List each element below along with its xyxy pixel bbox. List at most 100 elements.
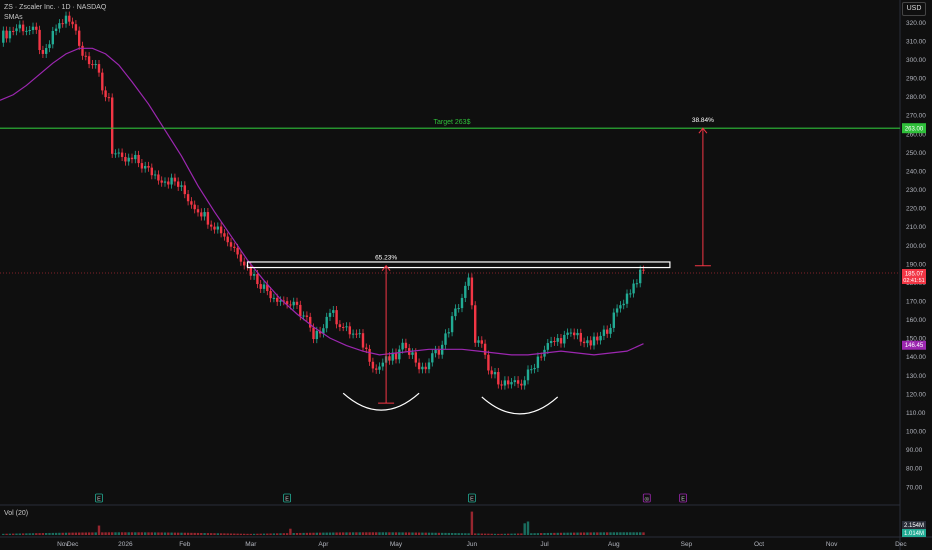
volume-bar [381,532,384,535]
candle [157,174,160,181]
volume-bar [635,532,639,535]
candle [153,174,157,176]
volume-bar [91,532,94,535]
price-tick-label: 310.00 [906,38,926,45]
volume-bar [388,532,391,535]
volume-bar [328,532,332,535]
candle [335,310,338,325]
volume-bar [609,532,612,535]
volume-bar [513,533,516,535]
volume-bar [556,532,559,535]
volume-bar [559,532,563,535]
volume-bar [269,533,272,535]
volume-bar [398,532,401,535]
candle [467,277,470,286]
earnings-marker-label: E [681,497,685,503]
volume-bar [147,532,150,535]
volume-bar [563,532,566,535]
volume-bar [404,532,408,535]
candle [431,353,434,363]
candle [483,343,487,355]
volume-bar [441,532,444,535]
candle [454,308,457,317]
volume-tag-2-label: 1.014M [904,531,924,537]
volume-bar [417,532,421,535]
candle [371,361,375,369]
volume-bar [233,533,236,535]
volume-bar [625,532,629,535]
volume-bar [632,532,635,535]
cup-arc [481,396,559,415]
volume-bar [394,532,398,535]
candle [401,342,404,350]
price-tick-label: 290.00 [906,76,926,83]
volume-bar [137,532,140,535]
volume-bar [87,532,91,535]
volume-bar [533,533,536,535]
volume-bar [213,533,216,535]
price-tick-label: 190.00 [906,261,926,268]
volume-bar [457,533,460,535]
candle [180,185,183,187]
volume-bar [120,532,124,535]
volume-bar [15,533,18,535]
candle [398,349,401,360]
candle [295,301,299,305]
candle [434,349,437,354]
candle [239,254,243,262]
time-tick-label: Jul [540,541,549,548]
volume-bar [606,532,609,535]
volume-bar [629,532,632,535]
candle [127,157,130,162]
candle [510,382,513,385]
time-tick-label: 2026 [118,541,133,548]
volume-bar [599,532,602,535]
volume-bar [266,533,269,535]
candle [563,334,566,344]
candle [173,177,177,182]
sma-line [0,47,644,356]
price-tick-label: 220.00 [906,206,926,213]
volume-bar [540,533,543,535]
volume-bar [414,532,417,535]
candle [94,64,97,66]
earnings-marker-label: E [285,497,289,503]
volume-bar [285,533,289,535]
resistance-zone[interactable] [246,261,671,269]
price-tick-label: 300.00 [906,57,926,64]
candle [64,15,68,24]
candle [487,354,490,371]
candle [404,342,408,349]
candle [219,226,223,234]
volume-bar [101,532,104,535]
candle [120,152,124,157]
price-tick-label: 210.00 [906,224,926,231]
volume-bar [190,532,193,535]
candle [457,308,460,310]
candle [417,362,421,370]
time-tick-label: Apr [318,541,329,548]
volume-bar [173,532,177,535]
volume-bar [239,533,243,535]
candle [615,308,619,313]
volume-bar [497,533,500,535]
time-tick-label: Oct [754,541,764,548]
volume-bar [615,532,619,535]
earnings-marker-label: E [470,497,474,503]
candle [576,332,579,336]
volume-bar [589,532,592,535]
candle [259,284,262,289]
price-chart[interactable]: 70.00 80.00 90.00 100.00 110.00 120.00 130.00 1… [0,0,932,550]
volume-bar [81,532,84,535]
candle [226,236,229,243]
volume-bar [223,533,226,535]
volume-bar [483,533,487,535]
candle [606,329,609,334]
volume-bar [351,532,355,535]
candle [137,154,140,164]
volume-bar [196,532,200,535]
candle [252,274,256,276]
candle [61,23,64,25]
volume-bar [157,532,160,535]
volume-bar [437,532,441,535]
